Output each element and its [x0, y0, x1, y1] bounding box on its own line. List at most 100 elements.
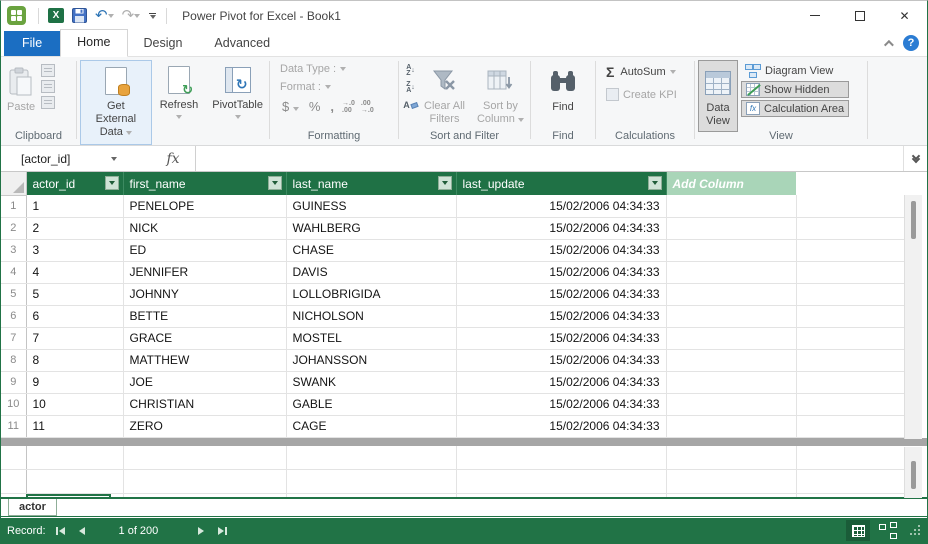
cell[interactable]: MOSTEL — [286, 327, 457, 350]
cell[interactable] — [666, 283, 797, 306]
cell[interactable]: GABLE — [286, 393, 457, 416]
cell[interactable] — [666, 261, 797, 284]
row-number[interactable]: 3 — [1, 239, 27, 262]
cell[interactable]: 4 — [26, 261, 124, 284]
calculation-area-button[interactable]: fx Calculation Area — [741, 100, 850, 117]
filter-dropdown-icon[interactable] — [267, 176, 282, 190]
cell[interactable]: 15/02/2006 04:34:33 — [456, 371, 667, 394]
tab-file[interactable]: File — [4, 31, 61, 56]
decrease-decimal-button[interactable]: .00 →.0 — [358, 100, 377, 114]
pivottable-button[interactable]: ↻ PivotTable — [206, 60, 269, 145]
cell[interactable]: 15/02/2006 04:34:33 — [456, 217, 667, 240]
row-number[interactable]: 11 — [1, 415, 27, 438]
cell[interactable]: CAGE — [286, 415, 457, 438]
tab-design[interactable]: Design — [128, 31, 199, 56]
help-icon[interactable]: ? — [903, 35, 919, 51]
cell[interactable]: 15/02/2006 04:34:33 — [456, 393, 667, 416]
close-button[interactable]: ✕ — [882, 1, 927, 30]
row-number[interactable]: 6 — [1, 305, 27, 328]
next-record-button[interactable] — [198, 526, 205, 535]
calc-cell[interactable] — [456, 445, 667, 470]
cell[interactable] — [666, 217, 797, 240]
clear-sort-button[interactable]: A — [403, 98, 419, 112]
calc-cell[interactable] — [123, 493, 287, 497]
formula-input[interactable] — [196, 146, 903, 171]
create-kpi-button[interactable]: Create KPI — [602, 87, 694, 102]
previous-record-button[interactable] — [78, 526, 85, 535]
calc-cell[interactable] — [123, 445, 287, 470]
row-number[interactable]: 4 — [1, 261, 27, 284]
calc-cell[interactable] — [666, 493, 797, 497]
refresh-button[interactable]: ↻ Refresh — [154, 60, 205, 145]
cell[interactable] — [666, 371, 797, 394]
grid-view-toggle[interactable] — [846, 520, 870, 541]
calc-cell[interactable] — [666, 469, 797, 494]
cell[interactable] — [666, 415, 797, 438]
column-header-last-name[interactable]: last_name — [286, 172, 457, 195]
cell[interactable] — [666, 239, 797, 262]
calc-cell[interactable] — [286, 469, 457, 494]
copy-button[interactable] — [41, 96, 56, 109]
cell[interactable]: PENELOPE — [123, 195, 287, 218]
cell[interactable]: NICK — [123, 217, 287, 240]
tab-home[interactable]: Home — [60, 29, 128, 57]
cell[interactable]: ED — [123, 239, 287, 262]
row-number[interactable]: 2 — [1, 217, 27, 240]
column-header-actor-id[interactable]: actor_id — [26, 172, 124, 195]
diagram-view-toggle[interactable] — [876, 520, 900, 541]
cell[interactable]: 6 — [26, 305, 124, 328]
add-column-header[interactable]: Add Column — [666, 172, 796, 195]
find-button[interactable]: Find — [531, 60, 595, 116]
cell[interactable]: 3 — [26, 239, 124, 262]
sheet-tab-actor[interactable]: actor — [8, 498, 57, 516]
sort-ascending-button[interactable]: A Z ↓ — [403, 64, 418, 78]
expand-formula-bar-button[interactable] — [903, 146, 927, 171]
cell[interactable]: 15/02/2006 04:34:33 — [456, 239, 667, 262]
switch-to-excel-button[interactable]: X — [44, 5, 68, 27]
cell[interactable]: LOLLOBRIGIDA — [286, 283, 457, 306]
percent-button[interactable]: % — [304, 99, 326, 114]
cell[interactable] — [666, 393, 797, 416]
calc-cell[interactable] — [123, 469, 287, 494]
cell[interactable]: WAHLBERG — [286, 217, 457, 240]
scrollbar-thumb[interactable] — [911, 461, 916, 489]
row-number[interactable]: 10 — [1, 393, 27, 416]
record-position[interactable]: 1 of 200 — [119, 525, 159, 537]
insert-function-button[interactable]: fx — [151, 146, 196, 171]
cell[interactable]: SWANK — [286, 371, 457, 394]
cell[interactable]: GRACE — [123, 327, 287, 350]
cell[interactable]: 8 — [26, 349, 124, 372]
minimize-button[interactable] — [792, 1, 837, 30]
last-record-button[interactable] — [218, 526, 228, 535]
cell[interactable]: DAVIS — [286, 261, 457, 284]
calc-cell[interactable] — [456, 469, 667, 494]
increase-decimal-button[interactable]: →.0.00 — [339, 100, 358, 114]
data-view-button[interactable]: Data View — [698, 60, 738, 132]
cell[interactable]: 9 — [26, 371, 124, 394]
column-header-last-update[interactable]: last_update — [456, 172, 667, 195]
cell[interactable]: MATTHEW — [123, 349, 287, 372]
filter-dropdown-icon[interactable] — [104, 176, 119, 190]
tab-advanced[interactable]: Advanced — [198, 31, 286, 56]
cell[interactable] — [666, 195, 797, 218]
name-box-dropdown-icon[interactable] — [111, 156, 117, 161]
calc-cell[interactable] — [666, 445, 797, 470]
cell[interactable]: NICHOLSON — [286, 305, 457, 328]
cell[interactable]: CHASE — [286, 239, 457, 262]
row-number[interactable]: 8 — [1, 349, 27, 372]
undo-dropdown-icon[interactable] — [107, 13, 114, 18]
filter-dropdown-icon[interactable] — [647, 176, 662, 190]
paste-append-button[interactable] — [41, 64, 56, 77]
currency-button[interactable]: $ — [280, 99, 304, 114]
calculation-area-selected-cell[interactable] — [26, 493, 111, 497]
cell[interactable]: 15/02/2006 04:34:33 — [456, 283, 667, 306]
customize-qat-button[interactable] — [144, 12, 161, 19]
row-number[interactable]: 1 — [1, 195, 27, 218]
calc-cell[interactable] — [26, 445, 124, 470]
cell[interactable]: JENNIFER — [123, 261, 287, 284]
first-record-button[interactable] — [55, 526, 65, 535]
cell[interactable]: ZERO — [123, 415, 287, 438]
cell[interactable]: 7 — [26, 327, 124, 350]
cell[interactable]: GUINESS — [286, 195, 457, 218]
calc-cell[interactable] — [456, 493, 667, 497]
